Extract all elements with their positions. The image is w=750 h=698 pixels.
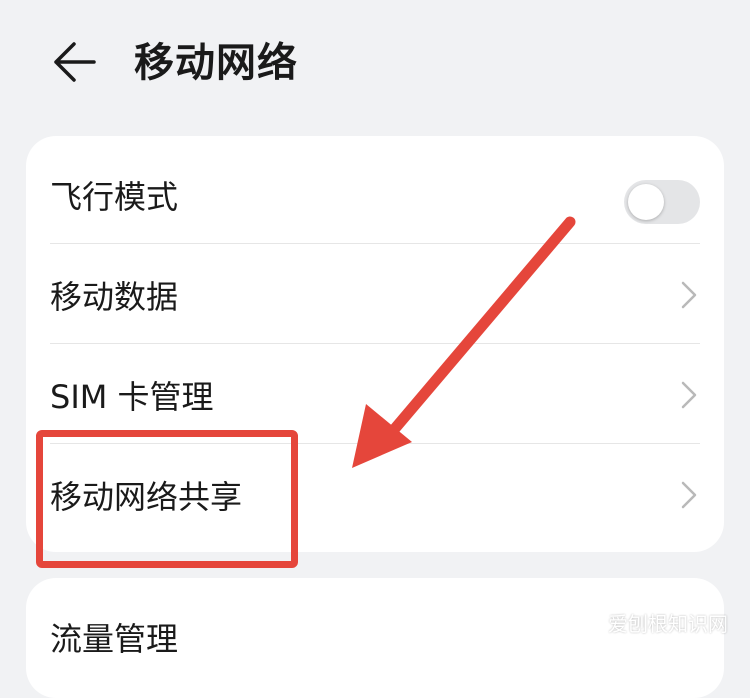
data-usage-label: 流量管理 xyxy=(50,620,179,658)
chevron-right-icon xyxy=(681,381,697,409)
toggle-knob xyxy=(628,184,664,220)
settings-card-2: 流量管理 xyxy=(26,578,724,698)
sim-management-row[interactable]: SIM 卡管理 xyxy=(26,344,724,444)
airplane-mode-label: 飞行模式 xyxy=(50,178,179,216)
watermark: 爱刨根知识网 xyxy=(608,612,728,636)
arrow-left-icon[interactable] xyxy=(50,40,98,84)
airplane-mode-row[interactable]: 飞行模式 xyxy=(26,144,724,244)
highlight-box xyxy=(36,430,298,568)
mobile-data-row[interactable]: 移动数据 xyxy=(26,244,724,344)
page-title: 移动网络 xyxy=(134,40,298,86)
chevron-right-icon xyxy=(681,281,697,309)
sim-management-label: SIM 卡管理 xyxy=(50,378,214,416)
chevron-right-icon xyxy=(681,481,697,509)
header: 移动网络 xyxy=(0,0,750,130)
airplane-mode-toggle[interactable] xyxy=(624,180,700,224)
mobile-data-label: 移动数据 xyxy=(50,278,179,316)
